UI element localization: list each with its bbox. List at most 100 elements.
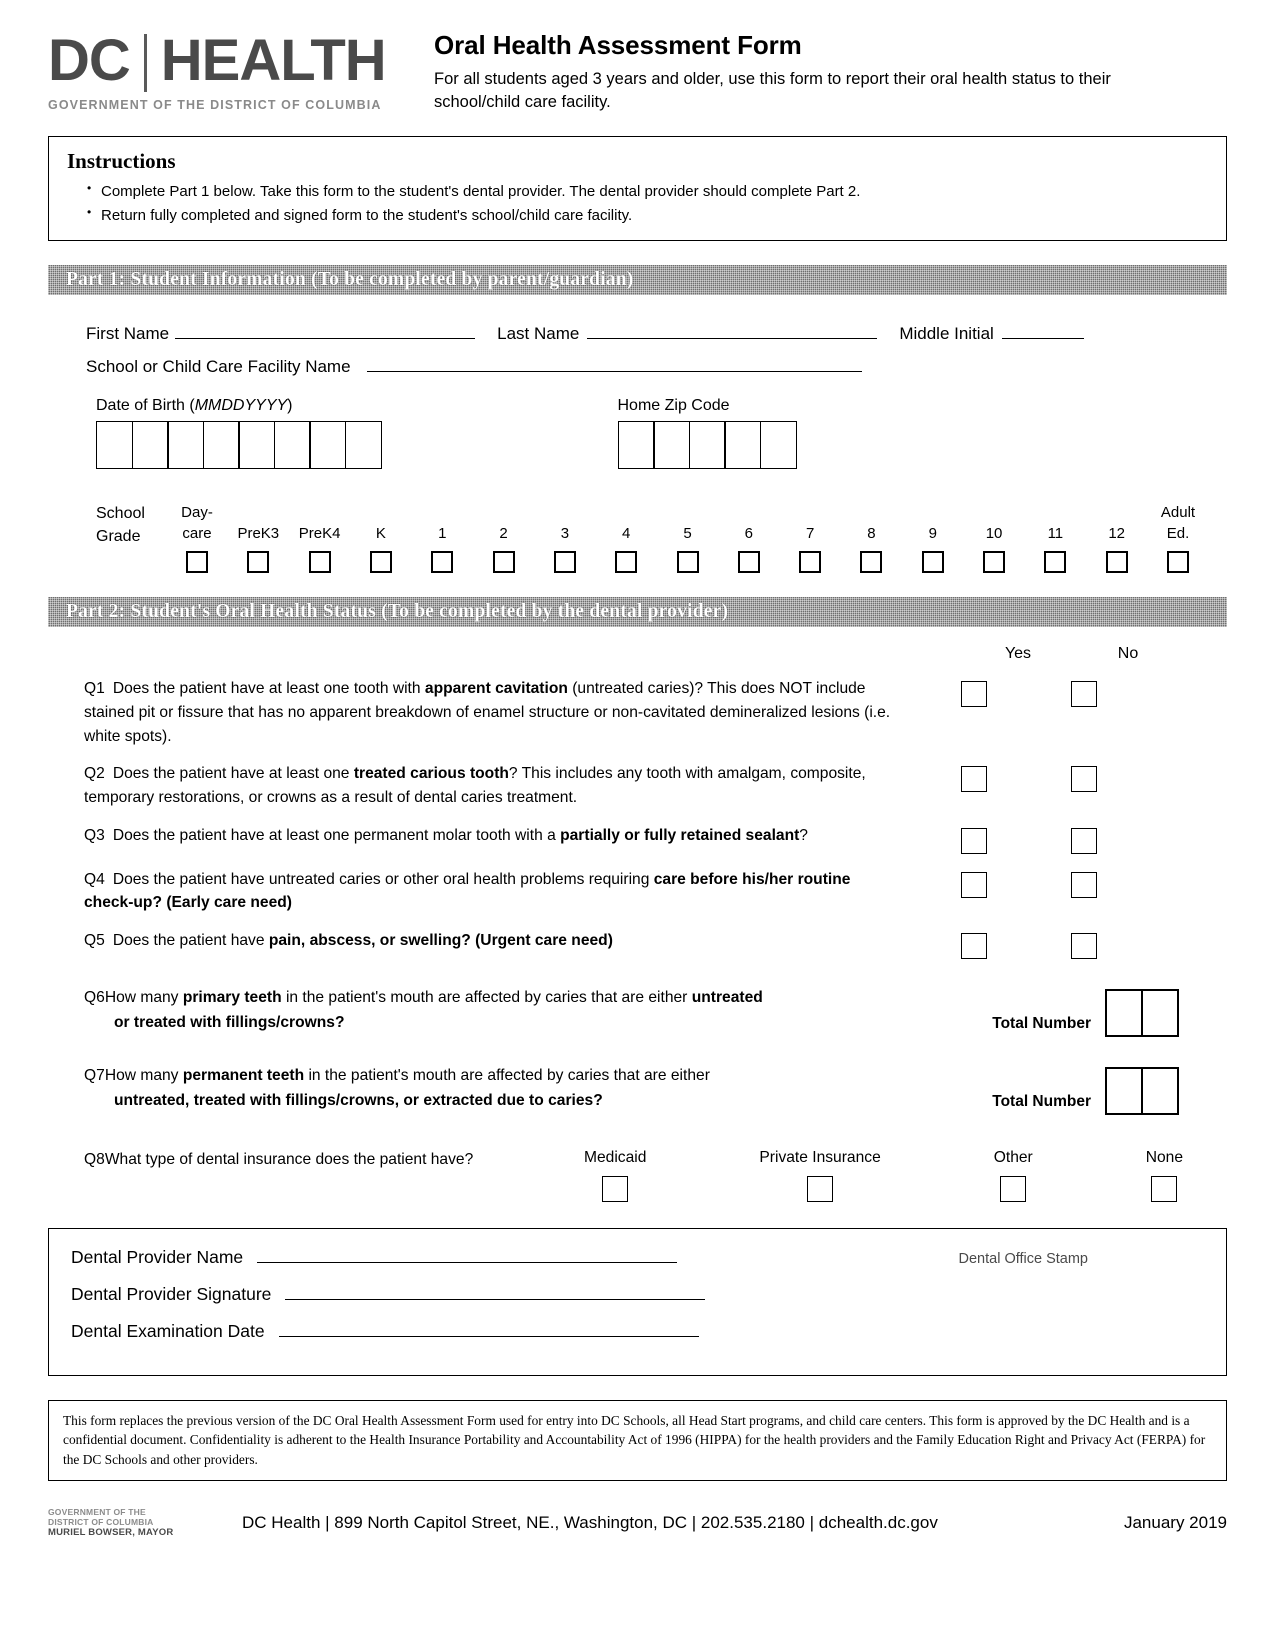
grade-checkbox[interactable] bbox=[1105, 551, 1128, 574]
dob-cell[interactable] bbox=[273, 421, 311, 470]
yes-checkbox[interactable] bbox=[961, 681, 987, 708]
zip-cell[interactable] bbox=[617, 421, 655, 470]
middle-initial-input[interactable] bbox=[1001, 323, 1084, 340]
total-cell[interactable] bbox=[1141, 988, 1179, 1037]
no-checkbox[interactable] bbox=[1071, 932, 1097, 959]
grade-checkbox[interactable] bbox=[737, 551, 760, 574]
zip-cell[interactable] bbox=[688, 421, 726, 470]
grade-option-daycare[interactable]: Day- care bbox=[168, 501, 226, 574]
grade-checkbox[interactable] bbox=[676, 551, 699, 574]
grade-checkbox[interactable] bbox=[369, 551, 392, 574]
grade-option-7[interactable]: 7 bbox=[781, 501, 839, 574]
grade-option-1[interactable]: 1 bbox=[413, 501, 471, 574]
total-cell[interactable] bbox=[1105, 988, 1143, 1037]
grade-checkbox[interactable] bbox=[431, 551, 454, 574]
no-slot[interactable] bbox=[1029, 681, 1139, 708]
total-number-cells[interactable] bbox=[1105, 1066, 1179, 1115]
grade-option-8[interactable]: 8 bbox=[842, 501, 900, 574]
yes-checkbox[interactable] bbox=[961, 827, 987, 854]
no-slot[interactable] bbox=[1029, 871, 1139, 898]
zip-cell[interactable] bbox=[653, 421, 690, 470]
yes-checkbox[interactable] bbox=[961, 871, 987, 898]
last-name-input[interactable] bbox=[587, 323, 878, 340]
exam-date-input[interactable] bbox=[278, 1322, 699, 1337]
yes-checkbox[interactable] bbox=[961, 932, 987, 959]
part1-section-bar: Part 1: Student Information (To be compl… bbox=[48, 265, 1227, 296]
middle-initial-label: Middle Initial bbox=[899, 324, 994, 344]
dob-cell[interactable] bbox=[309, 421, 346, 470]
zip-cell[interactable] bbox=[759, 421, 797, 470]
zip-cells[interactable] bbox=[617, 421, 797, 470]
no-slot[interactable] bbox=[1029, 827, 1139, 854]
insurance-option-other[interactable]: Other bbox=[994, 1149, 1033, 1202]
provider-name-input[interactable] bbox=[257, 1248, 678, 1263]
no-checkbox[interactable] bbox=[1071, 827, 1097, 854]
grade-checkbox[interactable] bbox=[247, 551, 270, 574]
total-number-label: Total Number bbox=[992, 1092, 1091, 1110]
total-number-cells[interactable] bbox=[1105, 988, 1179, 1037]
no-slot[interactable] bbox=[1029, 766, 1139, 793]
dob-cell[interactable] bbox=[167, 421, 204, 470]
dob-cell[interactable] bbox=[131, 421, 169, 470]
dob-cell[interactable] bbox=[238, 421, 275, 470]
no-column-label: No bbox=[1117, 645, 1139, 663]
yes-slot[interactable] bbox=[919, 766, 1029, 793]
grade-checkbox[interactable] bbox=[860, 551, 883, 574]
total-cell[interactable] bbox=[1105, 1066, 1143, 1115]
dob-cells[interactable] bbox=[96, 421, 382, 470]
zip-cell[interactable] bbox=[724, 421, 761, 470]
grade-option-9[interactable]: 9 bbox=[904, 501, 962, 574]
question-text-q1: Q1 Does the patient have at least one too… bbox=[48, 677, 919, 748]
grade-checkbox[interactable] bbox=[553, 551, 576, 574]
provider-signature-row: Dental Provider Signature bbox=[71, 1284, 1204, 1305]
grade-option-6[interactable]: 6 bbox=[720, 501, 778, 574]
grade-checkbox[interactable] bbox=[1167, 551, 1189, 574]
grade-checkbox[interactable] bbox=[799, 551, 822, 574]
yes-slot[interactable] bbox=[919, 871, 1029, 898]
grade-option-12[interactable]: 12 bbox=[1088, 501, 1146, 574]
grade-option-3[interactable]: 3 bbox=[536, 501, 594, 574]
grade-checkbox[interactable] bbox=[983, 551, 1006, 574]
insurance-option-private[interactable]: Private Insurance bbox=[759, 1149, 881, 1202]
grade-option-adult-ed[interactable]: Adult Ed. bbox=[1149, 501, 1207, 574]
grade-option-11[interactable]: 11 bbox=[1026, 501, 1084, 574]
yes-slot[interactable] bbox=[919, 827, 1029, 854]
yes-slot[interactable] bbox=[919, 932, 1029, 959]
dob-cell[interactable] bbox=[344, 421, 382, 470]
insurance-option-none[interactable]: None bbox=[1146, 1149, 1183, 1202]
grade-option-10[interactable]: 10 bbox=[965, 501, 1023, 574]
question-body: Does the patient have pain, abscess, or … bbox=[112, 931, 613, 949]
insurance-checkbox[interactable] bbox=[1151, 1175, 1178, 1202]
insurance-checkbox[interactable] bbox=[807, 1175, 834, 1202]
grade-checkbox[interactable] bbox=[492, 551, 515, 574]
grade-option-5[interactable]: 5 bbox=[659, 501, 717, 574]
logo-divider bbox=[143, 34, 147, 92]
no-checkbox[interactable] bbox=[1071, 681, 1097, 708]
dob-cell[interactable] bbox=[96, 421, 133, 470]
grade-checkbox[interactable] bbox=[615, 551, 638, 574]
no-checkbox[interactable] bbox=[1071, 871, 1097, 898]
grade-checkbox[interactable] bbox=[921, 551, 944, 574]
yes-checkbox[interactable] bbox=[961, 766, 987, 793]
grade-option-4[interactable]: 4 bbox=[597, 501, 655, 574]
no-checkbox[interactable] bbox=[1071, 766, 1097, 793]
insurance-checkbox[interactable] bbox=[602, 1175, 629, 1202]
grade-options: Day- care PreK3 PreK4 K 1 2 3 4 5 6 7 8 … bbox=[168, 501, 1227, 574]
grade-checkbox[interactable] bbox=[186, 551, 208, 574]
yes-slot[interactable] bbox=[919, 681, 1029, 708]
grade-option-prek3[interactable]: PreK3 bbox=[229, 501, 287, 574]
no-slot[interactable] bbox=[1029, 932, 1139, 959]
insurance-option-medicaid[interactable]: Medicaid bbox=[584, 1149, 646, 1202]
provider-signature-input[interactable] bbox=[285, 1285, 706, 1300]
grade-option-k[interactable]: K bbox=[352, 501, 410, 574]
grade-checkbox[interactable] bbox=[308, 551, 331, 574]
grade-checkbox[interactable] bbox=[1044, 551, 1067, 574]
school-name-input[interactable] bbox=[366, 356, 862, 373]
first-name-input[interactable] bbox=[175, 323, 476, 340]
total-cell[interactable] bbox=[1141, 1066, 1179, 1115]
insurance-checkbox[interactable] bbox=[1000, 1175, 1027, 1202]
question-body-line2: untreated, treated with fillings/crowns,… bbox=[114, 1092, 603, 1110]
grade-option-prek4[interactable]: PreK4 bbox=[291, 501, 349, 574]
dob-cell[interactable] bbox=[202, 421, 240, 470]
grade-option-2[interactable]: 2 bbox=[475, 501, 533, 574]
